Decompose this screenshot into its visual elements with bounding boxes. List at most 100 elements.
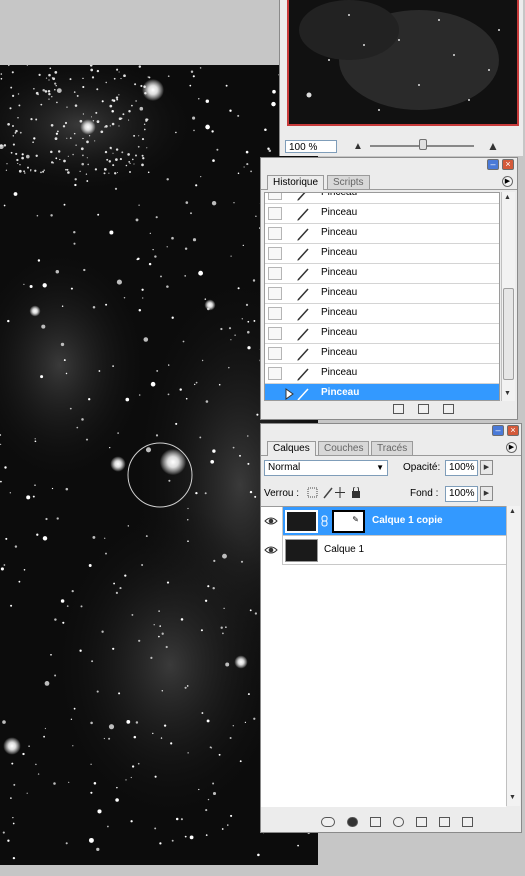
history-state-arrow-icon[interactable] — [285, 388, 295, 400]
brush-icon — [297, 228, 309, 241]
chain-icon[interactable] — [321, 515, 329, 527]
snapshot-icon[interactable] — [418, 404, 429, 414]
history-item[interactable]: Pinceau — [265, 224, 499, 244]
palette-menu-icon[interactable]: ▶ — [506, 442, 517, 453]
lock-icons — [307, 487, 360, 499]
history-item-label: Pinceau — [321, 247, 358, 258]
layers-scrollbar[interactable]: ▲ ▼ — [506, 506, 520, 806]
navigator-preview-image — [299, 0, 500, 111]
layer-mask-thumbnail[interactable]: ✎ — [332, 510, 365, 533]
scroll-up-icon[interactable]: ▲ — [504, 194, 511, 201]
history-item-label: Pinceau — [321, 307, 358, 318]
brush-icon — [297, 208, 309, 221]
zoom-in-icon[interactable]: ▲ — [487, 139, 499, 153]
blend-mode-select[interactable]: Normal ▼ — [264, 460, 388, 476]
history-snapshot-checkbox[interactable] — [268, 387, 282, 400]
tab-scripts[interactable]: Scripts — [327, 175, 370, 189]
lock-shackle-icon — [353, 487, 359, 491]
history-snapshot-checkbox[interactable] — [268, 307, 282, 320]
lock-transparency-icon — [307, 487, 318, 498]
history-scrollbar[interactable]: ▲ ▼ — [501, 192, 515, 401]
brush-icon: ✎ — [352, 515, 359, 524]
history-item[interactable]: Pinceau — [265, 384, 499, 400]
opacity-slider-button[interactable]: ▶ — [480, 460, 493, 475]
history-snapshot-checkbox[interactable] — [268, 193, 282, 200]
tab-traces[interactable]: Tracés — [371, 441, 414, 455]
history-item[interactable]: Pinceau — [265, 264, 499, 284]
new-layer-icon[interactable] — [439, 817, 450, 827]
folder-icon[interactable] — [416, 817, 427, 827]
layer-row-calque-1-copie[interactable]: ✎ Calque 1 copie — [261, 507, 506, 536]
history-item[interactable]: Pinceau — [265, 193, 499, 204]
history-item-label: Pinceau — [321, 207, 358, 218]
scroll-up-icon[interactable]: ▲ — [509, 508, 516, 515]
history-item[interactable]: Pinceau — [265, 284, 499, 304]
brush-icon — [297, 368, 309, 381]
opacity-field[interactable]: 100% — [445, 460, 478, 476]
history-snapshot-checkbox[interactable] — [268, 227, 282, 240]
history-scroll-thumb[interactable] — [503, 288, 514, 380]
layers-titlebar[interactable]: – × — [261, 424, 521, 439]
link-layers-icon[interactable] — [321, 817, 335, 827]
scroll-down-icon[interactable]: ▼ — [509, 794, 516, 801]
trash-icon[interactable] — [462, 817, 473, 827]
history-snapshot-checkbox[interactable] — [268, 367, 282, 380]
minimize-button[interactable]: – — [492, 425, 504, 436]
history-titlebar[interactable]: – × — [261, 158, 517, 173]
history-palette: – × Historique Scripts ▶ Pinceau Pinceau P… — [260, 157, 518, 420]
brush-icon — [297, 308, 309, 321]
eye-icon[interactable] — [264, 514, 278, 528]
fill-label: Fond : — [410, 488, 439, 499]
fill-slider-button[interactable]: ▶ — [480, 486, 493, 501]
history-item[interactable]: Pinceau — [265, 344, 499, 364]
history-list[interactable]: Pinceau Pinceau Pinceau Pinceau Pinceau Pince… — [264, 192, 500, 401]
history-snapshot-checkbox[interactable] — [268, 207, 282, 220]
brush-icon — [297, 288, 309, 301]
navigator-thumbnail[interactable] — [287, 0, 519, 126]
history-snapshot-checkbox[interactable] — [268, 347, 282, 360]
trash-icon[interactable] — [443, 404, 454, 414]
tab-historique[interactable]: Historique — [267, 175, 325, 190]
history-snapshot-checkbox[interactable] — [268, 327, 282, 340]
history-item[interactable]: Pinceau — [265, 324, 499, 344]
opacity-label: Opacité: — [403, 462, 441, 473]
close-button[interactable]: × — [502, 159, 514, 170]
history-snapshot-checkbox[interactable] — [268, 247, 282, 260]
history-item-label: Pinceau — [321, 367, 358, 378]
history-item[interactable]: Pinceau — [265, 204, 499, 224]
fill-field[interactable]: 100% — [445, 486, 478, 502]
new-document-icon[interactable] — [393, 404, 404, 414]
lock-icon — [352, 491, 360, 498]
history-item-label: Pinceau — [321, 227, 358, 238]
history-snapshot-checkbox[interactable] — [268, 267, 282, 280]
history-item[interactable]: Pinceau — [265, 304, 499, 324]
layer-name: Calque 1 — [324, 544, 365, 555]
move-icon — [335, 487, 345, 498]
history-item[interactable]: Pinceau — [265, 244, 499, 264]
dropdown-arrow-icon: ▼ — [376, 463, 384, 472]
minimize-button[interactable]: – — [487, 159, 499, 170]
history-item[interactable]: Pinceau — [265, 364, 499, 384]
tab-calques[interactable]: Calques — [267, 441, 316, 456]
palette-menu-icon[interactable]: ▶ — [502, 176, 513, 187]
scroll-down-icon[interactable]: ▼ — [504, 390, 511, 397]
layers-list: ✎ Calque 1 copie Calque 1 — [261, 506, 506, 807]
history-item-label: Pinceau — [321, 267, 358, 278]
history-snapshot-checkbox[interactable] — [268, 287, 282, 300]
close-button[interactable]: × — [507, 425, 519, 436]
layers-palette: – × Calques Couches Tracés ▶ Normal ▼ Op… — [260, 423, 522, 833]
eye-icon[interactable] — [264, 543, 278, 557]
layer-style-icon[interactable] — [347, 817, 358, 827]
add-mask-icon[interactable] — [370, 817, 381, 827]
history-item-label: Pinceau — [321, 387, 360, 398]
layer-thumbnail — [285, 510, 318, 533]
tab-couches[interactable]: Couches — [318, 441, 370, 455]
lock-pixels-icon — [323, 487, 333, 499]
zoom-field[interactable]: 100 % — [285, 140, 337, 153]
layer-row-calque-1[interactable]: Calque 1 — [261, 536, 506, 565]
layer-thumbnail — [285, 539, 318, 562]
zoom-out-icon[interactable]: ▲ — [353, 141, 363, 152]
brush-icon — [297, 268, 309, 281]
zoom-slider-thumb[interactable] — [419, 139, 427, 150]
adjustment-layer-icon[interactable] — [393, 817, 404, 827]
